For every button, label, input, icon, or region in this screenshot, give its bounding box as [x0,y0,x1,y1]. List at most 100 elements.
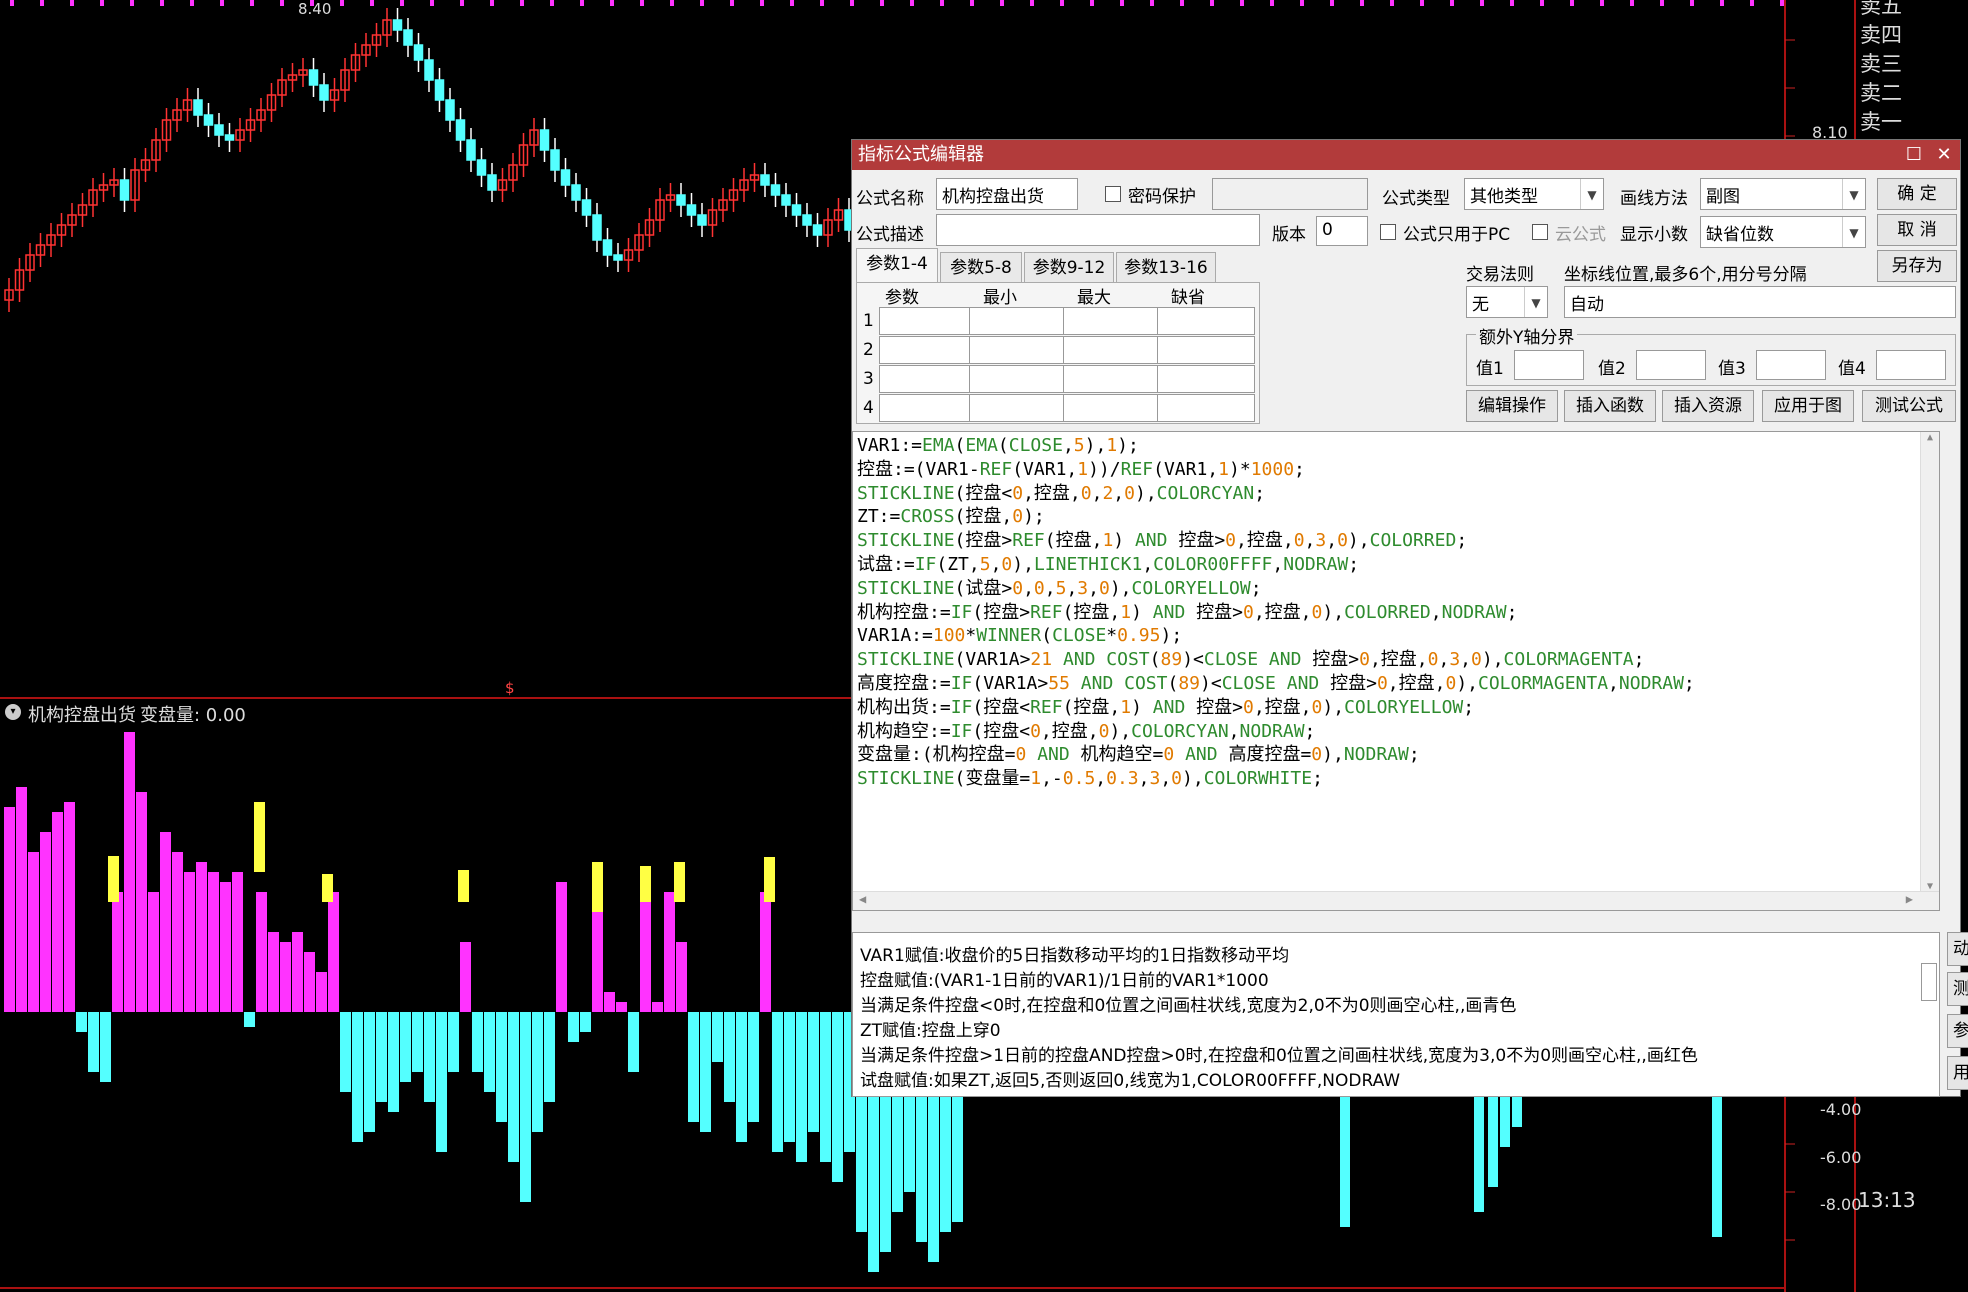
param-wizard-button[interactable]: 参数精灵 [1947,1014,1968,1048]
top-tick [550,0,554,6]
draw-method-select[interactable]: 副图 ▼ [1700,178,1866,210]
coord-input[interactable]: 自动 [1564,286,1956,318]
top-tick [1750,0,1754,6]
insert-resource-button[interactable]: 插入资源 [1662,390,1754,422]
param-cell[interactable] [1063,365,1161,393]
param-cell[interactable] [969,365,1067,393]
indicator-yellow-bar [322,874,333,902]
formula-name-input[interactable]: 机构控盘出货 [936,178,1078,210]
maximize-icon[interactable]: ☐ [1900,140,1928,170]
code-hscrollbar[interactable]: ◀ ▶ [853,891,1939,910]
trade-rule-select[interactable]: 无 ▼ [1466,286,1548,318]
code-line: 高度控盘:=IF(VAR1A>55 AND COST(89)<CLOSE AND… [857,672,1695,696]
code-token: ; [1304,720,1316,742]
code-line: STICKLINE(变盘量=1,-0.5,0.3,3,0),COLORWHITE… [857,767,1323,791]
param-cell[interactable] [1063,336,1161,364]
time-label: 13:13 [1858,1188,1916,1212]
collapse-indicator-icon[interactable]: ▾ [5,704,21,720]
top-tick [400,0,404,6]
description-input[interactable] [936,214,1260,246]
param-cell[interactable] [1157,365,1255,393]
y-value-label: 值1 [1476,359,1504,379]
indicator-yellow-bar [674,862,685,902]
cancel-button[interactable]: 取 消 [1877,214,1957,246]
y-value-input-4[interactable] [1876,350,1946,380]
extra-y-label: 额外Y轴分界 [1476,323,1578,348]
code-token: (VAR1A> [954,649,1031,671]
top-tick [1060,0,1064,6]
tab-params-5-8[interactable]: 参数5-8 [940,252,1022,282]
password-input[interactable] [1212,178,1368,210]
tab-params-1-4[interactable]: 参数1-4 [856,248,938,282]
trade-rule-label: 交易法则 [1466,265,1534,285]
param-cell[interactable] [969,307,1067,335]
y-value-label: 值3 [1718,359,1746,379]
indicator-bar [208,872,219,1012]
code-token: 0.3 [1106,768,1139,790]
param-header-default: 缺省 [1171,288,1205,308]
version-input[interactable]: 0 [1316,216,1368,246]
password-checkbox[interactable] [1105,186,1121,202]
param-cell[interactable] [879,394,977,422]
code-token: * [1106,625,1118,647]
param-cell[interactable] [1063,307,1161,335]
code-token: 控盘:=(VAR1- [857,458,980,480]
scroll-up-icon[interactable]: ▲ [1921,432,1939,443]
top-tick [640,0,644,6]
code-token: ) [1131,601,1153,623]
code-token: CLOSE [1221,673,1276,694]
param-cell[interactable] [1063,394,1161,422]
translation-scroll-thumb[interactable] [1921,963,1937,1001]
translation-line: 当满足条件控盘<0时,在控盘和0位置之间画柱状线,宽度为2,0不为0则画空心柱,… [860,996,1517,1016]
code-line: 控盘:=(VAR1-REF(VAR1,1))/REF(VAR1,1)*1000; [857,458,1305,482]
save-as-button[interactable]: 另存为 [1877,250,1957,282]
code-token: AND [1268,649,1302,671]
cloud-formula-checkbox[interactable] [1532,224,1548,240]
decimals-select[interactable]: 缺省位数 ▼ [1700,216,1866,248]
code-scrollbar[interactable]: ▲ ▼ [1920,432,1939,910]
param-cell[interactable] [1157,336,1255,364]
y-value-input-2[interactable] [1636,350,1706,380]
param-cell[interactable] [1157,307,1255,335]
top-tick [1240,0,1244,6]
edit-action-button[interactable]: 编辑操作 [1466,390,1558,422]
close-icon[interactable]: ✕ [1930,140,1958,170]
top-tick [130,0,134,6]
code-token: , [1095,768,1107,790]
y-value-input-1[interactable] [1514,350,1584,380]
code-token: , [1326,530,1338,552]
code-token: 控盘> [1301,649,1360,671]
dialog-titlebar[interactable]: 指标公式编辑器 [852,140,1960,170]
top-tick [610,0,614,6]
code-editor[interactable]: ▲ ▼ ◀ ▶ VAR1:=EMA(EMA(CLOSE,5),1); 控盘:=(V… [852,431,1940,911]
top-tick [1210,0,1214,6]
top-tick [1690,0,1694,6]
indicator-bar [748,1012,759,1122]
param-cell[interactable] [879,336,977,364]
indicator-bar [640,892,651,1012]
y-value-input-3[interactable] [1756,350,1826,380]
scroll-right-icon[interactable]: ▶ [1906,892,1913,906]
formula-type-select[interactable]: 其他类型 ▼ [1464,178,1604,210]
param-cell[interactable] [969,394,1067,422]
param-cell[interactable] [1157,394,1255,422]
dynamic-translate-button[interactable]: 动态翻译 [1947,932,1968,966]
code-token: COST [1124,673,1168,694]
param-cell[interactable] [879,365,977,393]
param-cell[interactable] [879,307,977,335]
test-result-button[interactable]: 测试结果 [1947,972,1968,1006]
usage-notes-button[interactable]: 用法注释 [1947,1056,1968,1090]
insert-function-button[interactable]: 插入函数 [1564,390,1656,422]
ok-button[interactable]: 确 定 [1877,178,1957,210]
tab-params-9-12[interactable]: 参数9-12 [1024,252,1114,282]
test-formula-button[interactable]: 测试公式 [1862,390,1956,422]
scroll-left-icon[interactable]: ◀ [859,892,866,906]
apply-to-chart-button[interactable]: 应用于图 [1762,390,1854,422]
sub-indicator-name[interactable]: 机构控盘出货 [28,701,136,727]
top-tick [430,0,434,6]
candle-body [224,134,235,141]
param-row-number: 1 [863,311,874,331]
pc-only-checkbox[interactable] [1380,224,1396,240]
param-cell[interactable] [969,336,1067,364]
tab-params-13-16[interactable]: 参数13-16 [1116,252,1216,282]
